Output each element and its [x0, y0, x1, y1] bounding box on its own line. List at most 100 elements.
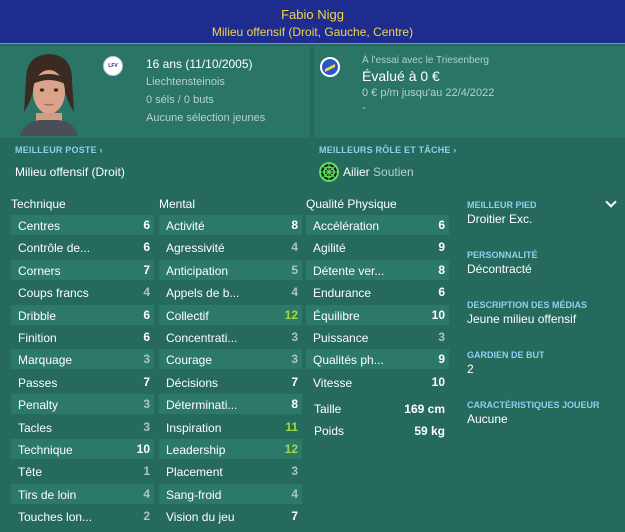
attribute-label: Collectif [166, 308, 209, 323]
attribute-value: 9 [438, 352, 445, 367]
attribute-row[interactable]: Équilibre 10 [306, 304, 449, 325]
technique-attributes: Centres 6 Contrôle de... 6 Corners 7 Coups fra… [11, 215, 154, 528]
attribute-row[interactable]: Agressivité 4 [159, 237, 302, 257]
role-name: Ailier [343, 165, 370, 179]
player-position: Milieu offensif (Droit, Gauche, Centre) [211, 25, 414, 39]
attribute-row[interactable]: Décisions 7 [159, 372, 302, 392]
attribute-value: 4 [143, 285, 150, 300]
attribute-row[interactable]: Accélération 6 [306, 215, 449, 235]
attribute-row[interactable]: Placement 3 [159, 461, 302, 481]
national-team-badge-icon[interactable]: LFV [103, 56, 123, 76]
weight-value: 59 kg [414, 424, 445, 438]
attribute-value: 7 [291, 374, 298, 389]
attribute-row[interactable]: Endurance 6 [306, 282, 449, 302]
player-traits[interactable]: CARACTÉRISTIQUES JOUEUR Aucune [460, 390, 625, 440]
attribute-row[interactable]: Finition 6 [11, 327, 154, 347]
attribute-label: Dribble [18, 308, 57, 323]
attribute-value: 8 [438, 262, 445, 277]
attribute-value: 6 [438, 285, 445, 300]
attribute-row[interactable]: Anticipation 5 [159, 259, 302, 280]
player-name[interactable]: Fabio Nigg [0, 7, 625, 22]
attribute-row[interactable]: Agilité 9 [306, 237, 449, 257]
weight-label: Poids [314, 424, 345, 438]
attribute-row[interactable]: Détente ver... 8 [306, 259, 449, 280]
attribute-label: Coups francs [18, 286, 89, 301]
attribute-label: Inspiration [166, 420, 222, 435]
attribute-row[interactable]: Passes 7 [11, 372, 154, 392]
best-role-section[interactable]: MEILLEURS RÔLE ET TÂCHE › Ailier Soutien [314, 140, 625, 184]
player-info-panel: LFV 16 ans (11/10/2005) Liechtensteinois… [0, 46, 310, 138]
attribute-value: 7 [143, 262, 150, 277]
attribute-value: 7 [291, 509, 298, 524]
contract-extra: - [362, 102, 366, 114]
player-header: Fabio Nigg Milieu offensif (Droit, Gauch… [0, 0, 625, 44]
national-team-badge-text: LFV [108, 63, 118, 69]
personality-title: PERSONNALITÉ [467, 250, 538, 260]
physical-attributes: Accélération 6 Agilité 9 Détente ver... 8 Endu… [306, 215, 449, 394]
attribute-row[interactable]: Technique 10 [11, 438, 154, 459]
attribute-row[interactable]: Inspiration 11 [159, 417, 302, 437]
loan-status[interactable]: À l'essai avec le Triesenberg [362, 55, 494, 67]
attribute-row[interactable]: Puissance 3 [306, 327, 449, 347]
attribute-value: 3 [291, 464, 298, 479]
attribute-row[interactable]: Tirs de loin 4 [11, 483, 154, 504]
preferred-foot-title: MEILLEUR PIED [467, 200, 537, 210]
side-panel: MEILLEUR PIED Droitier Exc. PERSONNALITÉ… [460, 190, 625, 532]
attribute-label: Vitesse [313, 375, 353, 390]
attribute-row[interactable]: Activité 8 [159, 215, 302, 235]
attribute-label: Qualités ph... [313, 353, 384, 368]
player-traits-title: CARACTÉRISTIQUES JOUEUR [467, 400, 600, 410]
attribute-row[interactable]: Penalty 3 [11, 394, 154, 415]
attribute-row[interactable]: Déterminati... 8 [159, 394, 302, 415]
attribute-value: 8 [291, 397, 298, 412]
attribute-label: Leadership [166, 442, 226, 457]
attribute-label: Agilité [313, 241, 346, 256]
best-position-section[interactable]: MEILLEUR POSTE › Milieu offensif (Droit) [0, 140, 310, 184]
attribute-value: 3 [291, 329, 298, 344]
attribute-row[interactable]: Tacles 3 [11, 417, 154, 437]
attribute-row[interactable]: Vitesse 10 [306, 372, 449, 392]
club-badge-icon[interactable] [320, 57, 340, 77]
attribute-value: 6 [438, 218, 445, 232]
height-label: Taille [314, 402, 342, 416]
attribute-row[interactable]: Leadership 12 [159, 438, 302, 459]
attribute-row[interactable]: Touches lon... 2 [11, 506, 154, 526]
attribute-row[interactable]: Qualités ph... 9 [306, 349, 449, 370]
attribute-row[interactable]: Centres 6 [11, 215, 154, 235]
attribute-value: 1 [143, 464, 150, 479]
player-nationality[interactable]: Liechtensteinois [146, 73, 265, 91]
attribute-row[interactable]: Marquage 3 [11, 349, 154, 370]
media-description-title: DESCRIPTION DES MÉDIAS [467, 300, 588, 310]
attribute-label: Finition [18, 330, 57, 345]
best-role-value: Ailier Soutien [343, 165, 414, 179]
attribute-value: 10 [431, 374, 445, 389]
attribute-label: Corners [18, 263, 61, 278]
height-row: Taille 169 cm [306, 402, 452, 422]
attribute-row[interactable]: Collectif 12 [159, 304, 302, 325]
attribute-row[interactable]: Sang-froid 4 [159, 483, 302, 504]
attribute-row[interactable]: Dribble 6 [11, 304, 154, 325]
attribute-label: Puissance [313, 330, 369, 345]
goalkeeper-rating[interactable]: GARDIEN DE BUT 2 [460, 340, 625, 390]
attribute-row[interactable]: Courage 3 [159, 349, 302, 370]
attribute-row[interactable]: Vision du jeu 7 [159, 506, 302, 526]
preferred-foot[interactable]: MEILLEUR PIED Droitier Exc. [460, 190, 625, 240]
media-description[interactable]: DESCRIPTION DES MÉDIAS Jeune milieu offe… [460, 290, 625, 340]
attribute-value: 2 [143, 509, 150, 524]
attribute-row[interactable]: Appels de b... 4 [159, 282, 302, 302]
attribute-value: 4 [291, 285, 298, 300]
attribute-row[interactable]: Coups francs 4 [11, 282, 154, 302]
personality[interactable]: PERSONNALITÉ Décontracté [460, 240, 625, 290]
weight-row: Poids 59 kg [306, 424, 452, 444]
attribute-value: 12 [284, 441, 298, 456]
player-age: 16 ans (11/10/2005) [146, 57, 253, 71]
attribute-value: 3 [438, 329, 445, 344]
player-traits-value: Aucune [467, 412, 508, 426]
attribute-row[interactable]: Tête 1 [11, 461, 154, 481]
chevron-down-icon[interactable] [605, 196, 617, 208]
attribute-row[interactable]: Concentrati... 3 [159, 327, 302, 347]
attribute-value: 6 [143, 218, 150, 232]
attribute-label: Activité [166, 219, 205, 233]
attribute-row[interactable]: Contrôle de... 6 [11, 237, 154, 257]
attribute-row[interactable]: Corners 7 [11, 259, 154, 280]
